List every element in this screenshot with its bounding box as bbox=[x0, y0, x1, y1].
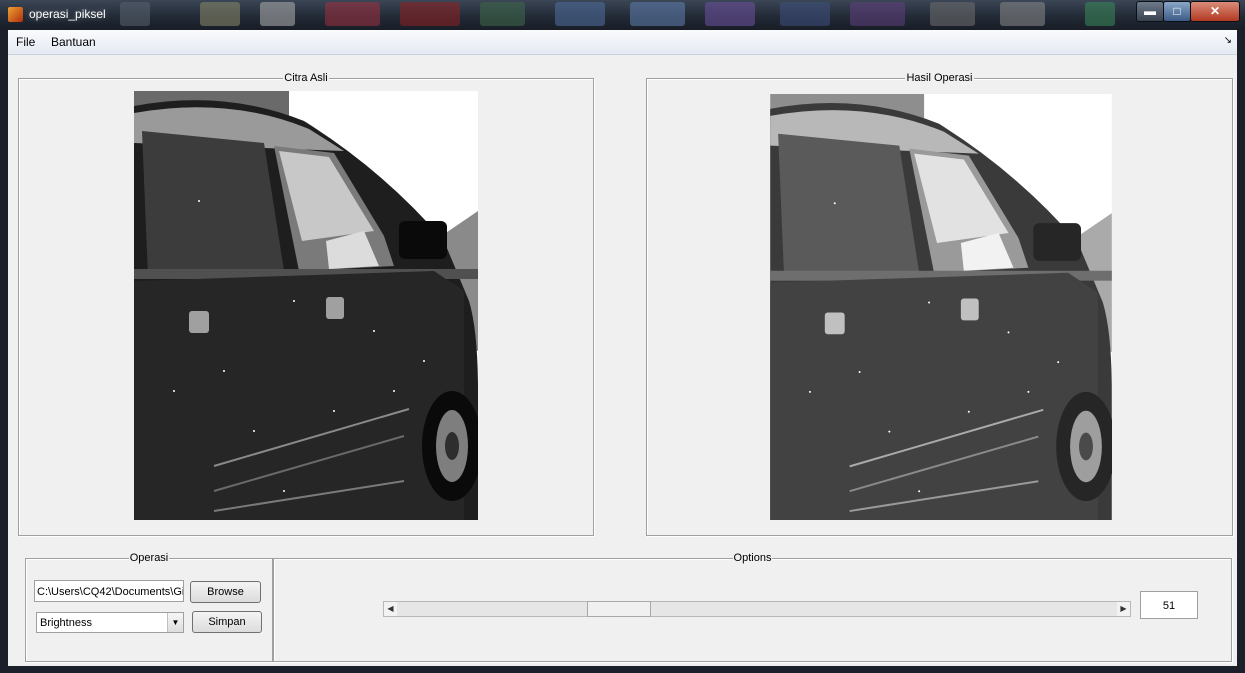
brightness-slider[interactable]: ◀ ▶ bbox=[383, 601, 1131, 617]
result-image bbox=[770, 94, 1112, 520]
dock-arrow-icon[interactable]: ↘ bbox=[1224, 35, 1232, 46]
panel-hasil-operasi: Hasil Operasi bbox=[646, 72, 1233, 536]
arrow-left-icon[interactable]: ◀ bbox=[384, 602, 397, 616]
minimize-icon[interactable]: ▬ bbox=[1136, 1, 1164, 22]
taskbar-blur bbox=[260, 2, 295, 26]
panel-operasi-title: Operasi bbox=[128, 552, 170, 564]
taskbar-blur bbox=[200, 2, 240, 26]
chevron-down-icon[interactable]: ▼ bbox=[167, 613, 183, 632]
figure-client-area: File Bantuan ↘ Citra Asli Hasil Operasi … bbox=[8, 30, 1237, 666]
taskbar-blur bbox=[850, 2, 905, 26]
taskbar-blur bbox=[780, 2, 830, 26]
window-titlebar: operasi_piksel ▬ □ ✕ bbox=[0, 0, 1245, 30]
panel-hasil-operasi-title: Hasil Operasi bbox=[905, 72, 974, 84]
close-icon[interactable]: ✕ bbox=[1190, 1, 1240, 22]
taskbar-blur bbox=[480, 2, 525, 26]
browse-button[interactable]: Browse bbox=[190, 581, 261, 603]
original-image bbox=[134, 91, 478, 520]
panel-citra-asli: Citra Asli bbox=[18, 72, 594, 536]
operation-select[interactable]: Brightness ▼ bbox=[36, 612, 184, 633]
taskbar-blur bbox=[555, 2, 605, 26]
taskbar-blur bbox=[705, 2, 755, 26]
simpan-button[interactable]: Simpan bbox=[192, 611, 262, 633]
arrow-right-icon[interactable]: ▶ bbox=[1117, 602, 1130, 616]
maximize-icon[interactable]: □ bbox=[1163, 1, 1191, 22]
slider-thumb[interactable] bbox=[587, 601, 651, 617]
panel-citra-asli-title: Citra Asli bbox=[283, 72, 329, 84]
panel-options: Options ◀ ▶ 51 bbox=[273, 552, 1232, 662]
menubar: File Bantuan ↘ bbox=[8, 30, 1237, 55]
menu-file[interactable]: File bbox=[16, 35, 35, 49]
file-path-input[interactable]: C:\Users\CQ42\Documents\Git bbox=[34, 580, 184, 602]
operation-select-value: Brightness bbox=[40, 617, 92, 629]
matlab-icon bbox=[8, 7, 23, 22]
taskbar-blur bbox=[930, 2, 975, 26]
taskbar-blur bbox=[400, 2, 460, 26]
taskbar-blur bbox=[120, 2, 150, 26]
taskbar-blur bbox=[1085, 2, 1115, 26]
menu-bantuan[interactable]: Bantuan bbox=[51, 35, 96, 49]
panel-options-title: Options bbox=[732, 552, 773, 564]
window-title: operasi_piksel bbox=[29, 7, 106, 21]
value-display: 51 bbox=[1140, 591, 1198, 619]
panel-operasi: Operasi C:\Users\CQ42\Documents\Git Brow… bbox=[25, 552, 273, 662]
taskbar-blur bbox=[325, 2, 380, 26]
taskbar-blur bbox=[630, 2, 685, 26]
taskbar-blur bbox=[1000, 2, 1045, 26]
